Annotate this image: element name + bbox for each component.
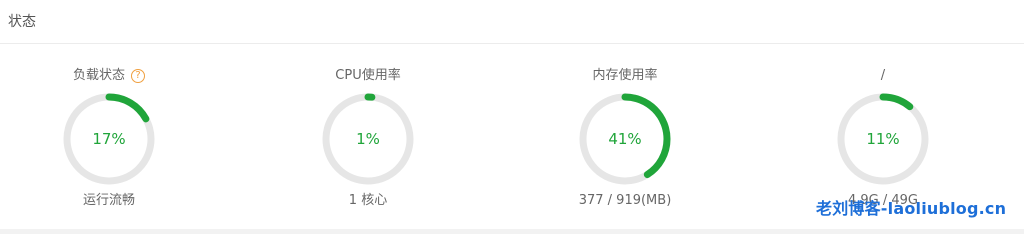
- gauge-percent: 1%: [356, 130, 380, 148]
- gauge-load-status[interactable]: 负载状态? 17% 运行流畅: [29, 66, 189, 216]
- gauge-title: 负载状态?: [29, 66, 189, 86]
- gauge-subtitle: 377 / 919(MB): [578, 193, 672, 208]
- gauge-percent: 41%: [608, 130, 642, 148]
- gauge-percent: 17%: [92, 130, 126, 148]
- gauge-title: CPU使用率: [335, 68, 401, 83]
- progress-ring: 41%: [576, 90, 674, 188]
- progress-ring: 17%: [60, 90, 158, 188]
- gauge-title: 内存使用率: [592, 68, 658, 83]
- gauge-memory-usage[interactable]: 内存使用率 41% 377 / 919(MB): [545, 66, 705, 216]
- watermark-text: 老刘博客-laoliublog.cn: [816, 199, 1007, 218]
- progress-ring: 11%: [834, 90, 932, 188]
- gauge-percent: 11%: [866, 130, 900, 148]
- gauge-subtitle: 1 核心: [348, 193, 388, 208]
- gauge-subtitle: 运行流畅: [82, 193, 135, 208]
- progress-ring: 1%: [319, 90, 417, 188]
- gauge-title: /: [880, 68, 886, 83]
- status-panel: 状态 负载状态? 17% 运行流畅 CPU使用率 1% 1 核心 内存使用率 4…: [0, 0, 1024, 234]
- gauge-title-label: 负载状态: [72, 68, 125, 83]
- gauge-cpu-usage[interactable]: CPU使用率 1% 1 核心: [288, 66, 448, 216]
- help-circle-icon[interactable]: ?: [131, 69, 145, 83]
- panel-bottom-divider: [0, 229, 1024, 234]
- panel-title: 状态: [8, 14, 36, 30]
- gauge-disk-root[interactable]: / 11% 4.9G / 49G: [803, 66, 963, 216]
- panel-header: 状态: [0, 0, 1024, 44]
